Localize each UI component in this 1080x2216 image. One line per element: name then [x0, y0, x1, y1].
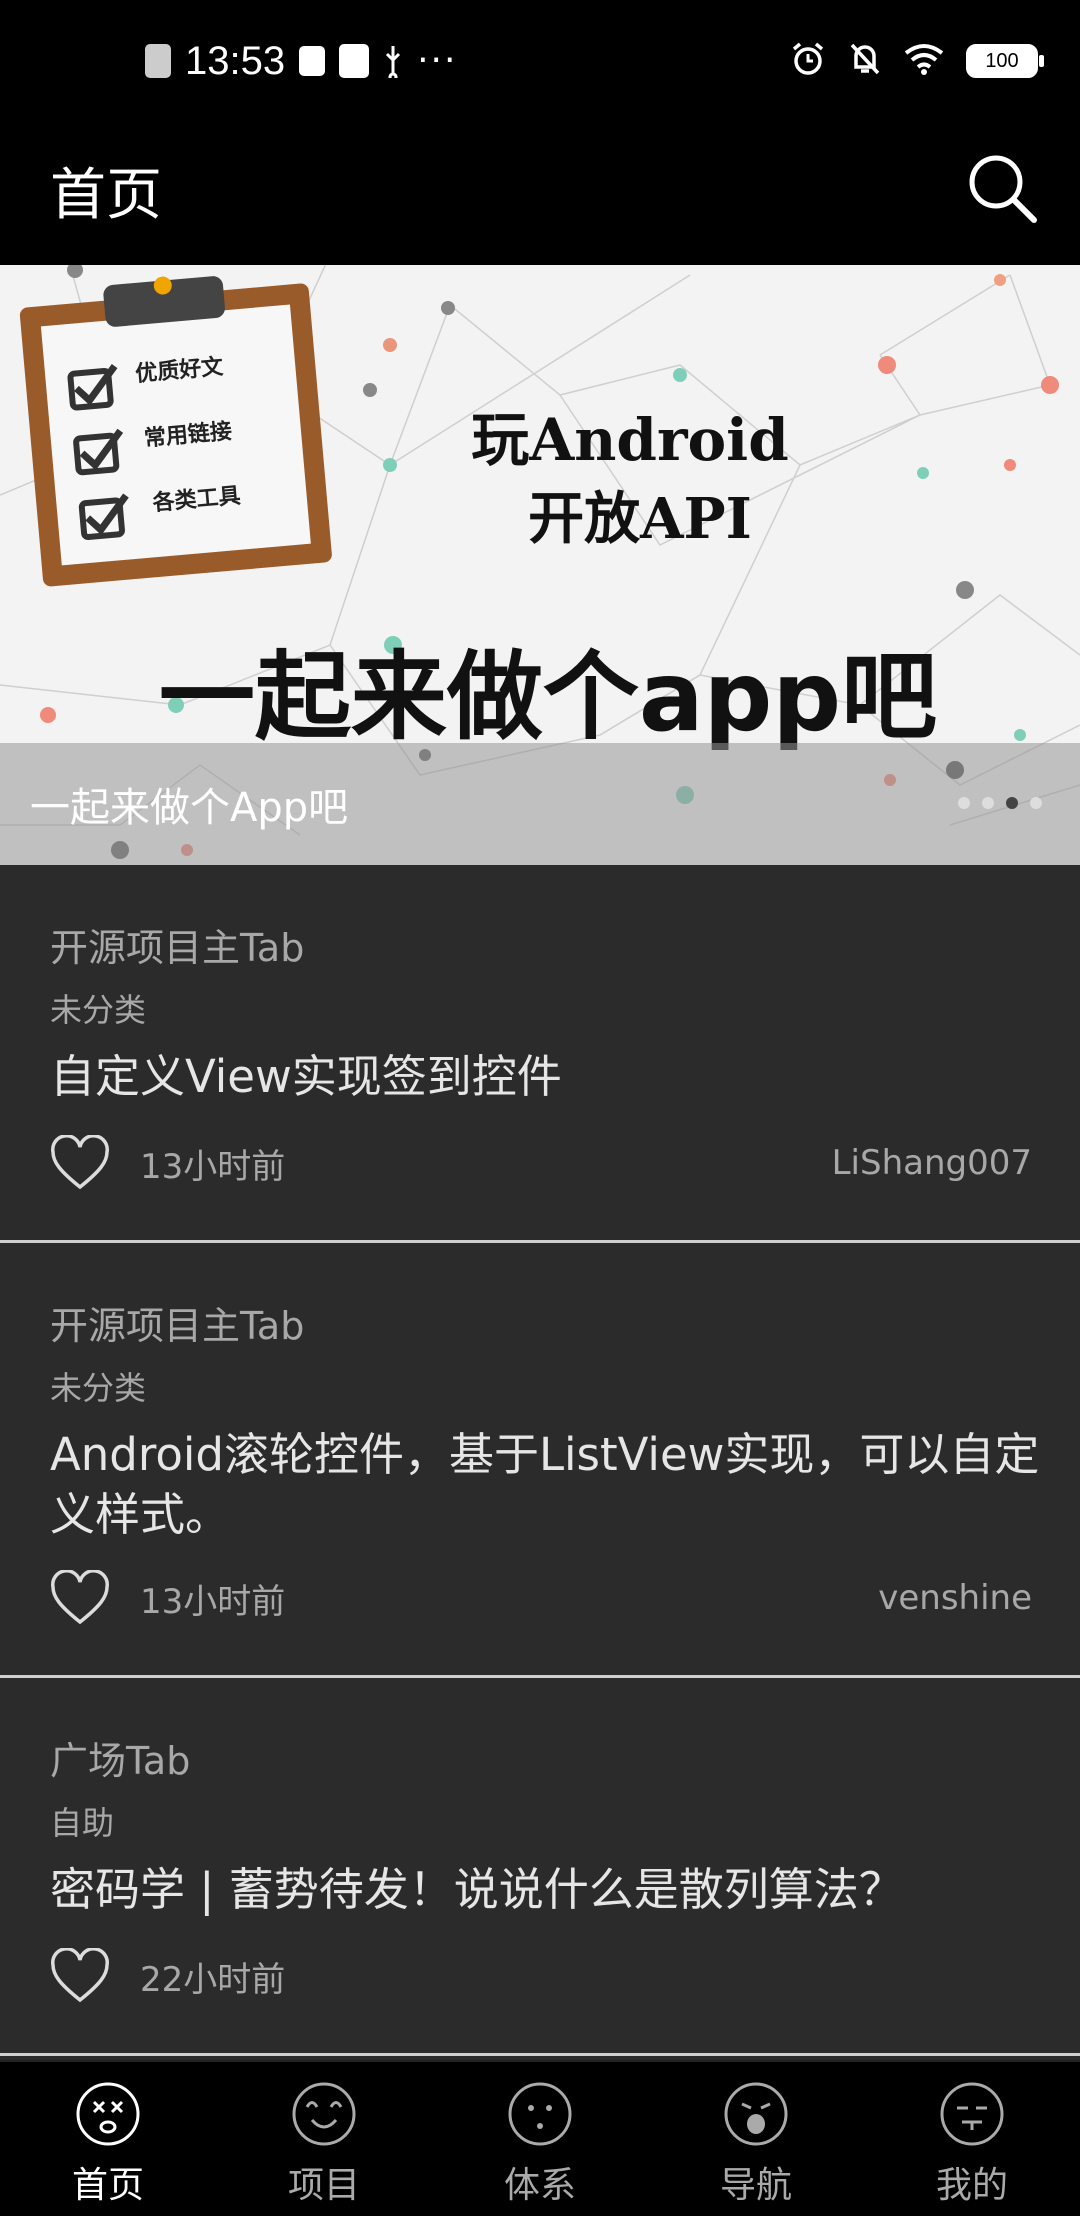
article-footer: 22小时前 — [50, 1946, 1032, 2006]
article-category: 开源项目主Tab — [50, 926, 305, 970]
article-tag[interactable]: 未分类 — [50, 985, 146, 1031]
article-author[interactable]: venshine — [878, 1578, 1032, 1618]
me-face-icon — [940, 2082, 1004, 2146]
clipboard-check-icon — [299, 46, 326, 76]
usb-icon — [383, 44, 403, 82]
article-title[interactable]: 密码学 | 蓄势待发！说说什么是散列算法？ — [50, 1860, 1040, 1920]
bell-off-icon — [848, 41, 882, 81]
article-list: 开源项目主Tab 未分类 自定义View实现签到控件 13小时前 LiShang… — [0, 865, 1080, 2056]
banner-carousel[interactable]: 优质好文 常用链接 各类工具 玩Android 开放API 一起来做个app吧 … — [0, 265, 1080, 865]
nav-label: 体系 — [503, 2165, 576, 2206]
nav-item-me[interactable]: 我的 — [864, 2062, 1080, 2216]
article-footer: 13小时前 venshine — [50, 1568, 1032, 1628]
battery-icon: 100 — [966, 44, 1044, 78]
search-icon[interactable] — [962, 148, 1042, 228]
banner-headline-1: 玩Android — [471, 406, 789, 474]
page-title: 首页 — [50, 163, 162, 228]
article-time: 22小时前 — [140, 1959, 286, 2000]
status-left: 13:53 ··· — [145, 36, 457, 86]
banner-caption-bar: 一起来做个App吧 — [0, 743, 1080, 865]
banner-headline-2: 开放API — [528, 486, 752, 552]
system-face-icon — [508, 2082, 572, 2146]
article-tag[interactable]: 未分类 — [50, 1363, 146, 1409]
article-card[interactable]: 广场Tab 自助 密码学 | 蓄势待发！说说什么是散列算法？ 22小时前 — [0, 1678, 1080, 2056]
nav-item-project[interactable]: 项目 — [216, 2062, 432, 2216]
nav-label: 导航 — [719, 2165, 792, 2206]
nav-label: 我的 — [935, 2165, 1008, 2206]
bottom-nav: 首页 项目 体系 导航 我的 — [0, 2060, 1080, 2216]
banner-indicator — [958, 797, 1042, 809]
wifi-icon — [904, 43, 944, 79]
app-toolbar: 首页 — [0, 120, 1080, 265]
nav-label: 首页 — [71, 2165, 144, 2206]
status-right: 100 — [790, 36, 1044, 86]
sim-off-icon — [145, 44, 171, 78]
article-footer: 13小时前 LiShang007 — [50, 1133, 1032, 1193]
article-title[interactable]: 自定义View实现签到控件 — [50, 1047, 1040, 1107]
article-author[interactable]: LiShang007 — [832, 1143, 1032, 1183]
article-card[interactable]: 开源项目主Tab 未分类 自定义View实现签到控件 13小时前 LiShang… — [0, 865, 1080, 1243]
heart-icon[interactable] — [50, 1135, 110, 1191]
banner-caption: 一起来做个App吧 — [30, 785, 349, 831]
article-title[interactable]: Android滚轮控件，基于ListView实现，可以自定义样式。 — [50, 1425, 1040, 1545]
alarm-icon — [790, 41, 826, 81]
nav-label: 项目 — [287, 2165, 360, 2206]
heart-icon[interactable] — [50, 1570, 110, 1626]
nav-item-home[interactable]: 首页 — [0, 2062, 216, 2216]
project-face-icon — [292, 2082, 356, 2146]
article-card[interactable]: 开源项目主Tab 未分类 Android滚轮控件，基于ListView实现，可以… — [0, 1243, 1080, 1678]
indicator-dot-active[interactable] — [1006, 797, 1018, 809]
more-dots-icon: ··· — [417, 40, 458, 81]
article-time: 13小时前 — [140, 1581, 286, 1622]
article-category: 开源项目主Tab — [50, 1304, 305, 1348]
nav-item-navigation[interactable]: 导航 — [648, 2062, 864, 2216]
article-category: 广场Tab — [50, 1739, 191, 1783]
article-time: 13小时前 — [140, 1146, 286, 1187]
nav-face-icon — [724, 2082, 788, 2146]
status-bar: 13:53 ··· 100 — [0, 0, 1080, 120]
indicator-dot[interactable] — [1030, 797, 1042, 809]
indicator-dot[interactable] — [982, 797, 994, 809]
article-tag[interactable]: 自助 — [50, 1798, 114, 1844]
status-time: 13:53 — [185, 38, 286, 83]
indicator-dot[interactable] — [958, 797, 970, 809]
banner-slogan: 一起来做个app吧 — [159, 641, 937, 753]
app-icon — [339, 44, 370, 78]
heart-icon[interactable] — [50, 1948, 110, 2004]
home-face-icon — [76, 2082, 140, 2146]
nav-item-system[interactable]: 体系 — [432, 2062, 648, 2216]
